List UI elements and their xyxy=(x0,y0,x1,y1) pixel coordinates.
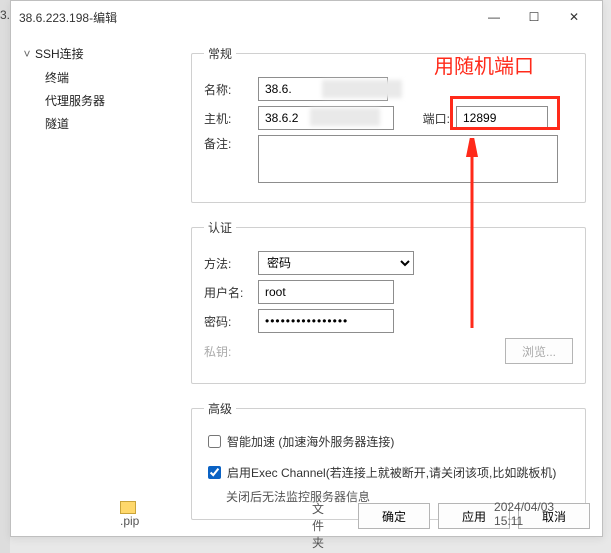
method-label: 方法: xyxy=(204,255,258,272)
remark-label: 备注: xyxy=(204,135,258,152)
close-button[interactable]: ✕ xyxy=(554,2,594,32)
user-label: 用户名: xyxy=(204,284,258,301)
content-pane: 常规 名称: 主机: 端口: 备注: 认证 xyxy=(181,33,602,496)
sidebar: ˅SSH连接 终端 代理服务器 隧道 xyxy=(11,33,181,496)
smart-accel-label: 智能加速 (加速海外服务器连接) xyxy=(227,433,394,450)
auth-legend: 认证 xyxy=(204,219,236,236)
remark-input[interactable] xyxy=(258,135,558,183)
edit-dialog: 38.6.223.198-编辑 — ☐ ✕ ˅SSH连接 终端 代理服务器 隧道… xyxy=(10,0,603,537)
host-label: 主机: xyxy=(204,110,258,127)
maximize-button[interactable]: ☐ xyxy=(514,2,554,32)
background-row: .pip 文件夹 2024/04/03 15:11 drw xyxy=(120,500,611,551)
name-label: 名称: xyxy=(204,81,258,98)
collapse-icon[interactable]: ˅ xyxy=(21,47,33,61)
port-label: 端口: xyxy=(410,110,450,127)
pass-label: 密码: xyxy=(204,313,258,330)
tree-root-ssh[interactable]: ˅SSH连接 xyxy=(17,41,175,66)
exec-channel-label: 启用Exec Channel(若连接上就被断开,请关闭该项,比如跳板机) xyxy=(227,464,556,481)
minimize-button[interactable]: — xyxy=(474,2,514,32)
redaction-overlay xyxy=(310,108,380,126)
tree-item-terminal[interactable]: 终端 xyxy=(17,66,175,89)
port-input[interactable] xyxy=(456,106,548,130)
key-label: 私钥: xyxy=(204,343,258,360)
pass-input[interactable] xyxy=(258,309,394,333)
folder-icon xyxy=(120,501,136,514)
general-group: 常规 名称: 主机: 端口: 备注: xyxy=(191,45,586,203)
browse-key-button: 浏览... xyxy=(505,338,573,364)
user-input[interactable] xyxy=(258,280,394,304)
tree-item-proxy[interactable]: 代理服务器 xyxy=(17,89,175,112)
auth-group: 认证 方法: 密码 用户名: 密码: 私钥: xyxy=(191,219,586,384)
tree-item-tunnel[interactable]: 隧道 xyxy=(17,112,175,135)
method-select[interactable]: 密码 xyxy=(258,251,414,275)
smart-accel-checkbox[interactable] xyxy=(208,435,221,448)
redaction-overlay xyxy=(322,80,402,98)
advanced-legend: 高级 xyxy=(204,400,236,417)
titlebar: 38.6.223.198-编辑 — ☐ ✕ xyxy=(11,1,602,33)
general-legend: 常规 xyxy=(204,45,236,62)
window-title: 38.6.223.198-编辑 xyxy=(19,9,474,26)
exec-channel-checkbox[interactable] xyxy=(208,466,221,479)
bg-left: 3. xyxy=(0,8,10,22)
